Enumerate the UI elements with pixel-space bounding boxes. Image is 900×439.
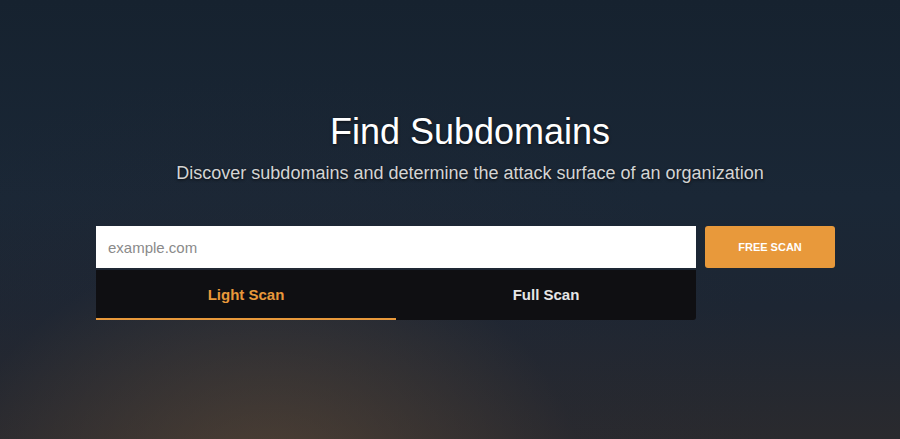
subtitle: Discover subdomains and determine the at… bbox=[176, 162, 763, 184]
scan-button[interactable]: FREE SCAN bbox=[705, 226, 835, 268]
scan-form: FREE SCANLight ScanFull Scan bbox=[96, 226, 835, 320]
page: Find Subdomains Discover subdomains and d… bbox=[0, 0, 900, 439]
scan-tab[interactable]: Light Scan bbox=[96, 270, 396, 320]
domain-input[interactable] bbox=[96, 226, 696, 268]
scan-tab[interactable]: Full Scan bbox=[396, 270, 696, 320]
scan-tabs: Light ScanFull Scan bbox=[96, 270, 696, 320]
title: Find Subdomains bbox=[330, 110, 610, 154]
heading: Find Subdomains Discover subdomains and d… bbox=[0, 110, 900, 184]
